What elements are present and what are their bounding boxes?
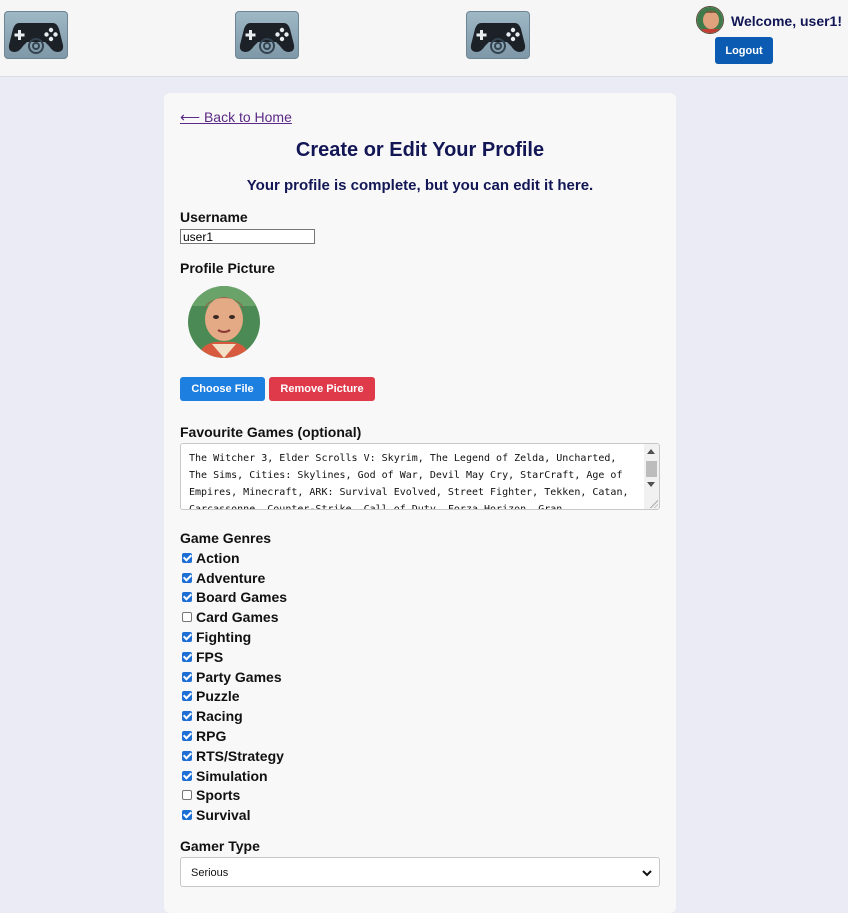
genre-checkbox-list: Action Adventure Board Games Card Games Figh… (182, 548, 382, 825)
gamer-type-select[interactable]: Serious (180, 857, 660, 887)
genre-label: Card Games (196, 609, 279, 626)
genre-checkbox[interactable] (182, 750, 192, 761)
genre-checkbox-item[interactable]: Puzzle (182, 687, 382, 707)
gamer-type-label: Gamer Type (180, 838, 260, 854)
genre-checkbox[interactable] (182, 731, 192, 742)
genre-label: Puzzle (196, 688, 240, 705)
genre-checkbox[interactable] (182, 810, 192, 821)
genre-checkbox[interactable] (182, 770, 192, 781)
genre-label: Simulation (196, 767, 268, 784)
game-genres-label: Game Genres (180, 530, 272, 546)
avatar[interactable] (696, 6, 724, 34)
genre-checkbox[interactable] (182, 790, 192, 801)
genre-label: RTS/Strategy (196, 747, 284, 764)
resize-grip-icon[interactable] (650, 500, 658, 508)
username-label: Username (180, 209, 248, 225)
username-input[interactable] (180, 229, 315, 244)
scroll-thumb[interactable] (646, 461, 657, 477)
genre-checkbox[interactable] (182, 651, 192, 662)
genre-checkbox[interactable] (182, 671, 192, 682)
user-menu: Welcome, user1! Logout (696, 6, 842, 66)
genre-checkbox-item[interactable]: Survival (182, 805, 382, 825)
genre-checkbox[interactable] (182, 711, 192, 722)
genre-label: Sports (196, 787, 241, 804)
genre-checkbox[interactable] (182, 612, 192, 623)
chevron-down-icon (642, 870, 652, 877)
genre-checkbox-item[interactable]: RTS/Strategy (182, 746, 382, 766)
genre-label: Adventure (196, 569, 266, 586)
genre-label: Fighting (196, 629, 252, 646)
logout-button[interactable]: Logout (715, 37, 773, 64)
genre-checkbox-item[interactable]: Racing (182, 706, 382, 726)
genre-checkbox[interactable] (182, 691, 192, 702)
page-subtitle: Your profile is complete, but you can ed… (246, 177, 594, 194)
gamer-type-value: Serious (191, 867, 229, 879)
genre-label: Action (196, 549, 240, 566)
genre-checkbox-item[interactable]: Sports (182, 786, 382, 806)
genre-checkbox-item[interactable]: Fighting (182, 627, 382, 647)
genre-checkbox-item[interactable]: Action (182, 548, 382, 568)
genre-checkbox-item[interactable]: Card Games (182, 607, 382, 627)
back-to-home-link[interactable]: ⟵ Back to Home (180, 109, 292, 126)
genre-checkbox[interactable] (182, 592, 192, 603)
genre-label: Survival (196, 807, 251, 824)
remove-picture-button[interactable]: Remove Picture (269, 377, 375, 401)
genre-label: RPG (196, 728, 227, 745)
page-title: Create or Edit Your Profile (295, 139, 545, 161)
profile-picture (188, 286, 260, 358)
scroll-up-icon[interactable] (647, 449, 655, 454)
genre-checkbox[interactable] (182, 572, 192, 583)
genre-checkbox-item[interactable]: RPG (182, 726, 382, 746)
top-navigation-bar: Welcome, user1! Logout (0, 0, 848, 77)
choose-file-button[interactable]: Choose File (180, 377, 265, 401)
favourite-games-textarea[interactable]: The Witcher 3, Elder Scrolls V: Skyrim, … (180, 443, 660, 510)
genre-checkbox[interactable] (182, 632, 192, 643)
profile-picture-label: Profile Picture (180, 260, 275, 276)
scroll-down-icon[interactable] (647, 482, 655, 487)
genre-checkbox-item[interactable]: Simulation (182, 766, 382, 786)
genre-label: Racing (196, 708, 243, 725)
genre-label: Board Games (196, 589, 288, 606)
profile-form-card: ⟵ Back to Home Create or Edit Your Profi… (164, 93, 676, 913)
welcome-text: Welcome, user1! (731, 13, 843, 29)
genre-checkbox-item[interactable]: Adventure (182, 568, 382, 588)
genre-label: FPS (196, 648, 224, 665)
gamepad-logo-icon[interactable] (235, 11, 299, 59)
genre-checkbox-item[interactable]: FPS (182, 647, 382, 667)
gamepad-logo-icon[interactable] (466, 11, 530, 59)
favourite-games-label: Favourite Games (optional) (180, 424, 362, 440)
favourite-games-text: The Witcher 3, Elder Scrolls V: Skyrim, … (189, 453, 629, 510)
genre-checkbox-item[interactable]: Party Games (182, 667, 382, 687)
genre-checkbox[interactable] (182, 552, 192, 563)
genre-label: Party Games (196, 668, 282, 685)
gamepad-logo-icon[interactable] (4, 11, 68, 59)
genre-checkbox-item[interactable]: Board Games (182, 588, 382, 608)
